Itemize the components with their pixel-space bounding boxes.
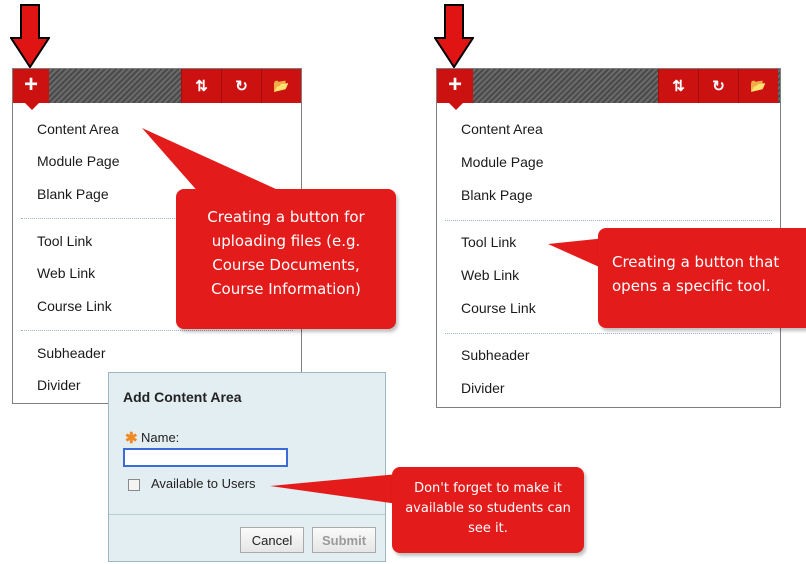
menu-item-content-area[interactable]: Content Area: [37, 121, 119, 137]
submit-button[interactable]: Submit: [312, 527, 376, 553]
menu-item-module-page[interactable]: Module Page: [37, 153, 120, 169]
folder-icon[interactable]: 📂: [261, 69, 301, 103]
menu-item-divider[interactable]: Divider: [37, 377, 81, 393]
menu-item-divider[interactable]: Divider: [461, 380, 505, 396]
callout-available: Don't forget to make it available so stu…: [392, 467, 584, 553]
add-content-area-dialog: Add Content Area ✱ Name: Available to Us…: [108, 372, 386, 562]
refresh-icon[interactable]: ↻: [221, 69, 261, 103]
available-to-users-checkbox[interactable]: [128, 479, 140, 491]
menu-item-course-link[interactable]: Course Link: [461, 300, 536, 316]
refresh-icon[interactable]: ↻: [698, 69, 738, 103]
callout-text: Don't forget to make it available so stu…: [405, 481, 571, 536]
menu-divider: [21, 330, 293, 331]
callout-pointer: [270, 474, 398, 504]
sort-icon[interactable]: ⇅: [658, 69, 698, 103]
menu-item-content-area[interactable]: Content Area: [461, 121, 543, 137]
folder-icon[interactable]: 📂: [738, 69, 778, 103]
name-label: Name:: [141, 430, 180, 445]
menu-item-blank-page[interactable]: Blank Page: [461, 187, 533, 203]
menu-divider: [445, 220, 772, 221]
menu-item-module-page[interactable]: Module Page: [461, 154, 544, 170]
menu-item-blank-page[interactable]: Blank Page: [37, 186, 109, 202]
add-menu-item-button[interactable]: +: [437, 69, 473, 110]
sort-icon[interactable]: ⇅: [181, 69, 221, 103]
menu-divider: [445, 333, 772, 334]
callout-text: Creating a button that opens a specific …: [612, 253, 780, 295]
callout-content-area: Creating a button for uploading files (e…: [176, 189, 396, 329]
menu-toolbar: + ⇅ ↻ 📂: [13, 69, 301, 110]
menu-item-tool-link[interactable]: Tool Link: [37, 233, 92, 249]
pointer-arrow-icon: [10, 4, 50, 68]
menu-toolbar: + ⇅ ↻ 📂: [437, 69, 780, 110]
menu-item-course-link[interactable]: Course Link: [37, 298, 112, 314]
callout-tool-link: Creating a button that opens a specific …: [598, 228, 806, 328]
add-menu-item-button[interactable]: +: [13, 69, 49, 110]
callout-text: Creating a button for uploading files (e…: [207, 208, 365, 298]
menu-item-web-link[interactable]: Web Link: [37, 265, 95, 281]
menu-item-subheader[interactable]: Subheader: [461, 347, 530, 363]
available-to-users-label: Available to Users: [151, 476, 256, 491]
cancel-button[interactable]: Cancel: [240, 527, 304, 553]
callout-pointer: [142, 128, 278, 194]
pointer-arrow-icon: [434, 4, 474, 68]
name-input[interactable]: [123, 448, 288, 467]
menu-item-subheader[interactable]: Subheader: [37, 345, 106, 361]
dialog-divider: [109, 514, 385, 515]
menu-item-web-link[interactable]: Web Link: [461, 267, 519, 283]
required-asterisk-icon: ✱: [125, 430, 138, 447]
menu-item-tool-link[interactable]: Tool Link: [461, 234, 516, 250]
dialog-title: Add Content Area: [123, 389, 242, 405]
